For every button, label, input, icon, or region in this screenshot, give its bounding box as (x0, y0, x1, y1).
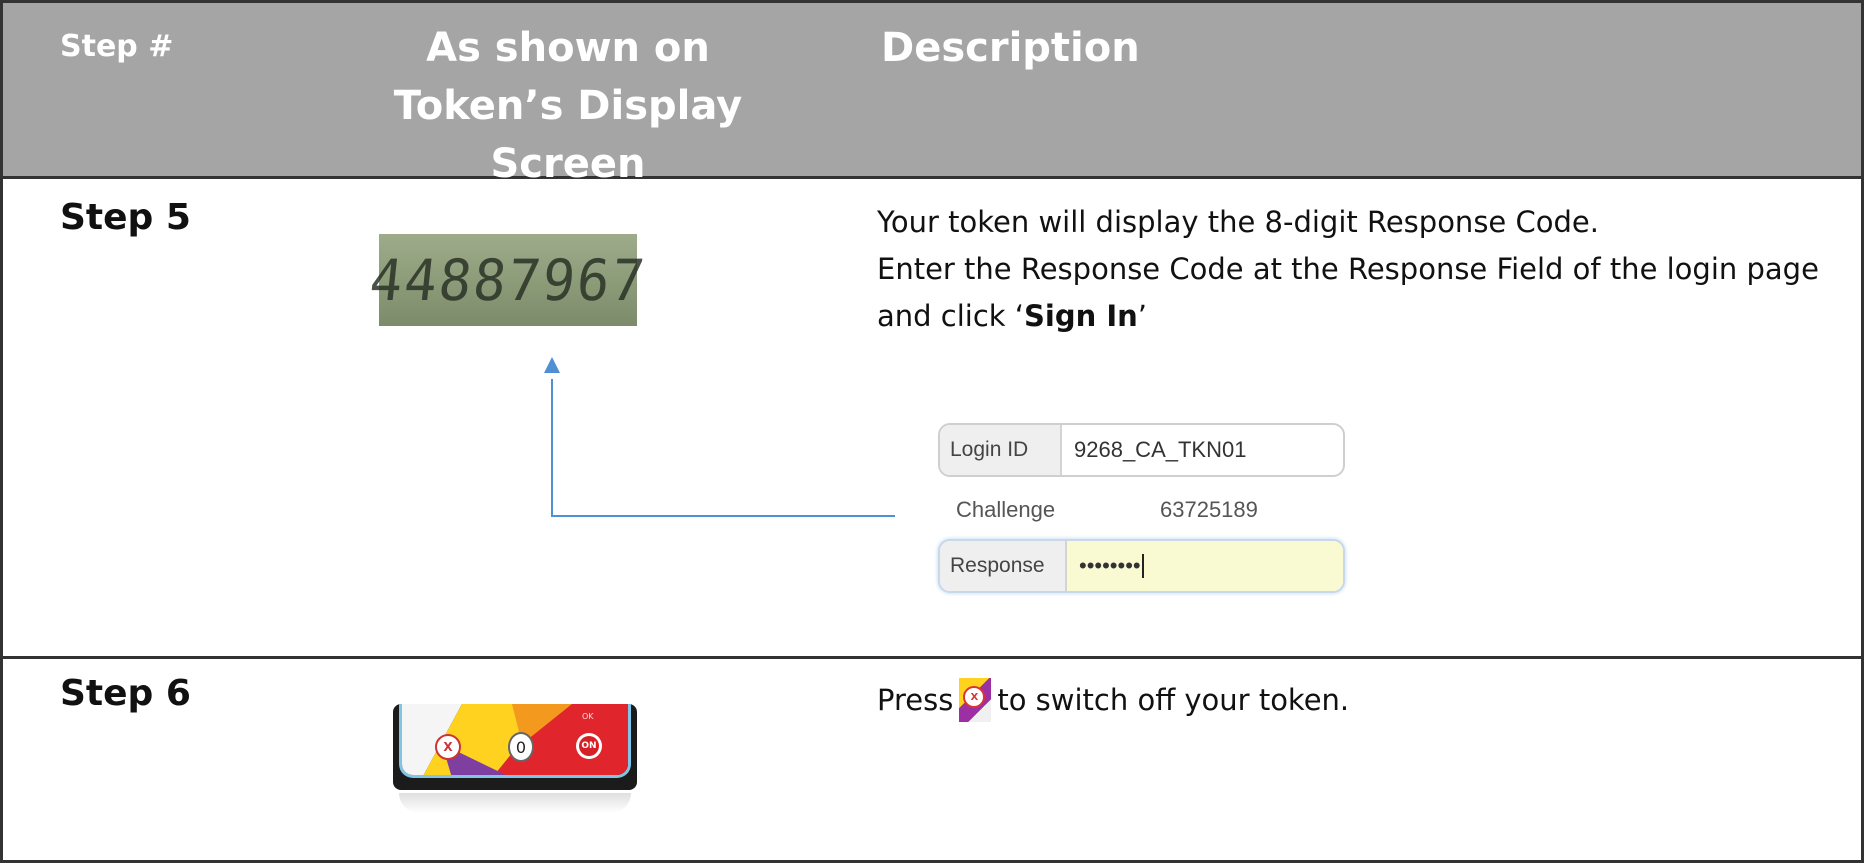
table-row-step-5: Step 5 44887967 Your token will display … (3, 179, 1861, 659)
instruction-table: Step # As shown on Token’s Display Scree… (0, 0, 1864, 863)
on-key-label: ON (579, 736, 599, 756)
desc-line-2: Enter the Response Code at the Response … (877, 246, 1837, 340)
challenge-value: 63725189 (1160, 497, 1258, 522)
step-description: Press Xto switch off your token. (877, 677, 1349, 724)
connector-line-vertical (551, 379, 553, 515)
header-description: Description (881, 25, 1140, 71)
header-step: Step # (60, 29, 174, 64)
step-description: Your token will display the 8-digit Resp… (877, 199, 1837, 340)
desc-text-end: ’ (1137, 299, 1147, 333)
keypad-reflection (399, 793, 631, 813)
login-id-field[interactable]: Login ID 9268_CA_TKN01 (938, 423, 1345, 477)
x-key-ring: X (963, 686, 986, 708)
desc-press: Press (877, 683, 954, 717)
response-input[interactable]: •••••••• (1067, 541, 1343, 591)
token-lcd-display: 44887967 (366, 234, 650, 326)
challenge-row: Challenge 63725189 (956, 485, 1336, 531)
response-label: Response (940, 541, 1067, 591)
login-id-value[interactable]: 9268_CA_TKN01 (1062, 425, 1246, 475)
header-token-display: As shown on Token’s Display Screen (393, 25, 743, 187)
desc-switch-off: to switch off your token. (997, 683, 1350, 717)
step-label: Step 6 (60, 673, 191, 714)
lcd-digits: 44887967 (366, 246, 650, 314)
token-keypad-image: X 0 OK ON (393, 704, 637, 790)
sign-in-emphasis: Sign In (1024, 299, 1138, 333)
on-key-icon: ON (576, 733, 602, 759)
connector-line-horizontal (551, 515, 895, 517)
zero-key-icon: 0 (508, 732, 534, 762)
challenge-label: Challenge (956, 497, 1056, 522)
response-masked-value: •••••••• (1079, 553, 1141, 578)
arrow-up-icon (544, 357, 560, 373)
response-field[interactable]: Response •••••••• (938, 539, 1345, 593)
desc-text: Enter the Response Code at the Response … (877, 252, 1819, 333)
x-key-icon: X (435, 734, 461, 760)
text-caret (1141, 554, 1144, 578)
x-key-icon: X (959, 678, 992, 722)
step-label: Step 5 (60, 197, 191, 238)
keypad-face: X 0 OK ON (399, 704, 631, 778)
table-header: Step # As shown on Token’s Display Scree… (3, 3, 1861, 187)
desc-line-1: Your token will display the 8-digit Resp… (877, 205, 1599, 239)
table-row-step-6: Step 6 X 0 OK ON Press Xto switch off you… (3, 659, 1861, 860)
login-id-label: Login ID (940, 425, 1062, 475)
ok-label: OK (582, 712, 594, 721)
